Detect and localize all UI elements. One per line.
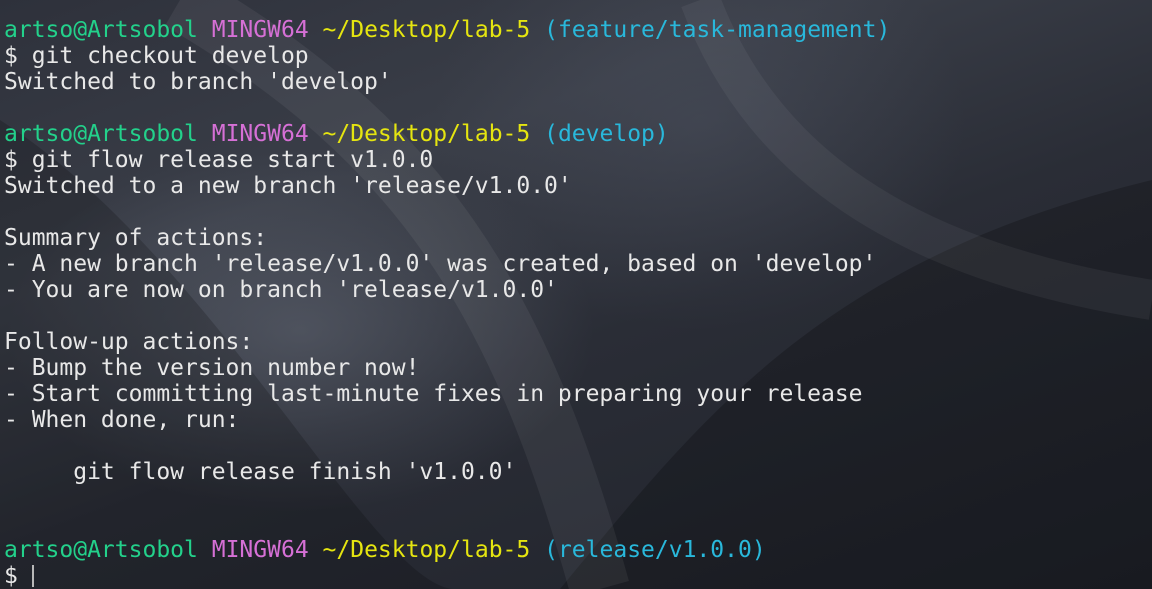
output-line: git flow release finish 'v1.0.0' xyxy=(4,459,517,485)
text-cursor xyxy=(31,565,34,587)
prompt-user: artso@Artsobol xyxy=(4,17,198,43)
prompt-line: artso@Artsobol MINGW64 ~/Desktop/lab-5 (… xyxy=(4,17,1152,43)
command-line: $ git flow release start v1.0.0 xyxy=(4,147,434,173)
output-line: - When done, run: xyxy=(4,407,240,433)
prompt-line: artso@Artsobol MINGW64 ~/Desktop/lab-5 (… xyxy=(4,121,1152,147)
output-line: Switched to branch 'develop' xyxy=(4,69,392,95)
prompt-branch: (release/v1.0.0) xyxy=(544,537,766,563)
prompt-branch: (develop) xyxy=(544,121,669,147)
output-line: Switched to a new branch 'release/v1.0.0… xyxy=(4,173,572,199)
output-line: Follow-up actions: xyxy=(4,329,254,355)
command-line: $ git checkout develop xyxy=(4,43,309,69)
prompt-user: artso@Artsobol xyxy=(4,121,198,147)
prompt-system: MINGW64 xyxy=(211,17,309,43)
prompt-line: artso@Artsobol MINGW64 ~/Desktop/lab-5 (… xyxy=(4,537,1152,563)
output-line: - Start committing last-minute fixes in … xyxy=(4,381,863,407)
output-line: - You are now on branch 'release/v1.0.0' xyxy=(4,277,558,303)
prompt-path: ~/Desktop/lab-5 xyxy=(322,537,531,563)
prompt-symbol: $ xyxy=(4,563,18,589)
output-line: - Bump the version number now! xyxy=(4,355,420,381)
prompt-path: ~/Desktop/lab-5 xyxy=(322,121,531,147)
prompt-system: MINGW64 xyxy=(211,121,309,147)
prompt-path: ~/Desktop/lab-5 xyxy=(322,17,531,43)
output-line: Summary of actions: xyxy=(4,225,268,251)
terminal-window[interactable]: artso@Artsobol MINGW64 ~/Desktop/lab-5 (… xyxy=(0,0,1152,589)
command-input-line[interactable]: $ xyxy=(4,563,1152,589)
terminal-output: artso@Artsobol MINGW64 ~/Desktop/lab-5 (… xyxy=(4,17,1152,589)
prompt-branch: (feature/task-management) xyxy=(544,17,891,43)
output-line: - A new branch 'release/v1.0.0' was crea… xyxy=(4,251,877,277)
prompt-system: MINGW64 xyxy=(211,537,309,563)
prompt-user: artso@Artsobol xyxy=(4,537,198,563)
